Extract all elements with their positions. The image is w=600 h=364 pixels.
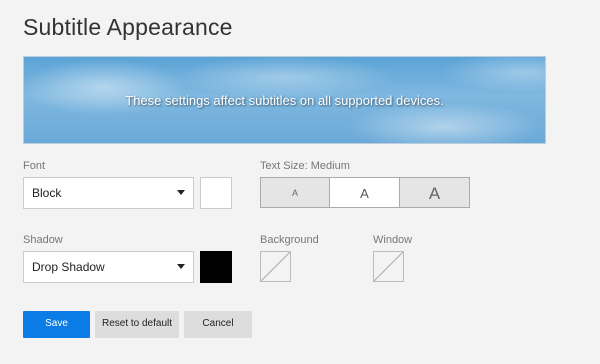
cancel-button[interactable]: Cancel — [184, 311, 252, 338]
save-button[interactable]: Save — [23, 311, 90, 338]
shadow-select-value: Drop Shadow — [32, 260, 105, 274]
chevron-down-icon — [177, 190, 185, 195]
reset-to-default-button[interactable]: Reset to default — [95, 311, 179, 338]
page-title: Subtitle Appearance — [23, 14, 233, 40]
font-label: Font — [23, 160, 46, 172]
subtitle-preview-banner: These settings affect subtitles on all s… — [23, 56, 546, 144]
window-color-swatch[interactable] — [373, 251, 404, 282]
text-size-medium-option[interactable]: A — [329, 177, 400, 208]
shadow-select[interactable]: Drop Shadow — [23, 251, 194, 283]
font-select[interactable]: Block — [23, 177, 194, 209]
text-size-large-option[interactable]: A — [399, 177, 470, 208]
text-size-small-option[interactable]: A — [260, 177, 330, 208]
shadow-color-swatch[interactable] — [200, 251, 232, 283]
window-label: Window — [373, 234, 413, 246]
chevron-down-icon — [177, 264, 185, 269]
shadow-label: Shadow — [23, 234, 63, 246]
font-color-swatch[interactable] — [200, 177, 232, 209]
font-select-value: Block — [32, 186, 62, 200]
text-size-label: Text Size: Medium — [260, 160, 350, 172]
background-label: Background — [260, 234, 319, 246]
no-color-icon — [373, 251, 404, 282]
background-color-swatch[interactable] — [260, 251, 291, 282]
preview-text: These settings affect subtitles on all s… — [125, 93, 444, 108]
no-color-icon — [260, 251, 291, 282]
